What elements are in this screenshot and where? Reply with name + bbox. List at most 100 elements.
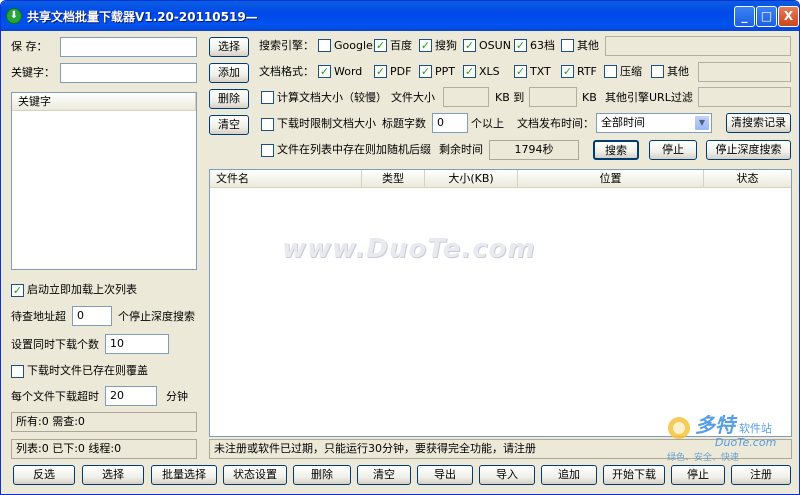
- delete-button[interactable]: 删除: [209, 89, 249, 109]
- title-bar[interactable]: ⬇ 共享文档批量下载器V1.20-20110519— _ □ X: [1, 1, 799, 31]
- autoload-checkbox[interactable]: ✓: [11, 284, 24, 297]
- export-button[interactable]: 导出: [417, 465, 473, 485]
- kb-to-label: KB 到: [495, 91, 525, 104]
- format-other-input[interactable]: [698, 62, 791, 82]
- clear-search-history-button[interactable]: 清搜索记录: [726, 113, 791, 133]
- engine-sogou-label: 搜狗: [435, 39, 457, 52]
- concurrent-input[interactable]: 10: [105, 334, 169, 354]
- random-suffix-label: 文件在列表中存在则加随机后缀: [277, 143, 431, 156]
- random-suffix-checkbox[interactable]: [261, 144, 274, 157]
- format-txt-label: TXT: [530, 65, 551, 78]
- format-xls-checkbox[interactable]: ✓: [463, 65, 476, 78]
- bottom-select-button[interactable]: 选择: [82, 465, 144, 485]
- col-size[interactable]: 大小(KB): [425, 170, 518, 188]
- format-ppt-checkbox[interactable]: ✓: [419, 65, 432, 78]
- engine-63dang-checkbox[interactable]: ✓: [514, 39, 527, 52]
- url-filter-input[interactable]: [698, 87, 791, 107]
- batch-select-button[interactable]: 批量选择: [151, 465, 217, 485]
- limit-size-checkbox[interactable]: [261, 118, 274, 131]
- col-location[interactable]: 位置: [518, 170, 704, 188]
- engine-63dang-label: 63档: [530, 39, 555, 52]
- format-zip-label: 压缩: [620, 65, 642, 78]
- keyword-list-header[interactable]: 关键字: [12, 93, 196, 111]
- col-status[interactable]: 状态: [704, 170, 791, 188]
- remaining-time-label: 剩余时间: [439, 143, 483, 156]
- logo-brand: 多特: [695, 413, 738, 437]
- status-all: 所有:0 需查:0: [11, 412, 197, 432]
- save-path-input[interactable]: [60, 37, 197, 57]
- format-other-checkbox[interactable]: [651, 65, 664, 78]
- calc-size-label: 计算文档大小（较慢）: [277, 91, 387, 104]
- stop-button[interactable]: 停止: [649, 140, 697, 160]
- publish-time-label: 文档发布时间：: [517, 117, 594, 130]
- clear-button[interactable]: 清空: [209, 115, 249, 135]
- status-settings-button[interactable]: 状态设置: [223, 465, 287, 485]
- format-txt-checkbox[interactable]: ✓: [514, 65, 527, 78]
- min-size-input[interactable]: [443, 87, 489, 107]
- file-table[interactable]: 文件名 类型 大小(KB) 位置 状态 www.DuoTe.com: [209, 169, 792, 437]
- keyword-input[interactable]: [60, 63, 197, 83]
- title-chars-label: 标题字数: [382, 117, 426, 130]
- format-ppt-label: PPT: [435, 65, 455, 78]
- keyword-label: 关键字：: [11, 66, 55, 79]
- chevron-down-icon[interactable]: ▼: [694, 115, 710, 131]
- publish-time-select[interactable]: 全部时间 ▼: [596, 113, 712, 133]
- engine-baidu-label: 百度: [390, 39, 412, 52]
- engine-osun-checkbox[interactable]: ✓: [463, 39, 476, 52]
- bottom-clear-button[interactable]: 清空: [357, 465, 411, 485]
- bottom-delete-button[interactable]: 删除: [293, 465, 351, 485]
- format-zip-checkbox[interactable]: [604, 65, 617, 78]
- engine-other-label: 其他: [577, 39, 599, 52]
- engine-other-input[interactable]: [605, 36, 791, 56]
- pending-input[interactable]: 0: [72, 306, 112, 326]
- format-word-checkbox[interactable]: ✓: [318, 65, 331, 78]
- format-rtf-checkbox[interactable]: ✓: [561, 65, 574, 78]
- invert-select-button[interactable]: 反选: [13, 465, 75, 485]
- format-xls-label: XLS: [479, 65, 500, 78]
- close-button[interactable]: X: [778, 6, 799, 27]
- logo-slogan: 绿色、安全、快速: [667, 451, 739, 463]
- format-word-label: Word: [334, 65, 363, 78]
- app-download-icon[interactable]: ⬇: [6, 8, 22, 24]
- url-filter-label: 其他引擎URL过滤: [605, 91, 693, 104]
- start-download-button[interactable]: 开始下载: [603, 465, 665, 485]
- format-pdf-label: PDF: [390, 65, 412, 78]
- stop-deep-search-button[interactable]: 停止深度搜索: [706, 140, 791, 160]
- status-list: 列表:0 已下:0 线程:0: [11, 439, 197, 459]
- title-chars-suffix: 个以上: [471, 117, 504, 130]
- file-size-label: 文件大小: [391, 91, 435, 104]
- keyword-list[interactable]: 关键字: [11, 92, 197, 270]
- format-pdf-checkbox[interactable]: ✓: [374, 65, 387, 78]
- engine-other-checkbox[interactable]: [561, 39, 574, 52]
- search-button[interactable]: 搜索: [593, 140, 639, 160]
- save-label: 保 存：: [11, 40, 48, 53]
- append-button[interactable]: 追加: [541, 465, 597, 485]
- overwrite-checkbox[interactable]: [11, 365, 24, 378]
- col-type[interactable]: 类型: [362, 170, 425, 188]
- max-size-input[interactable]: [529, 87, 577, 107]
- timeout-label: 每个文件下载超时: [11, 390, 99, 403]
- engine-baidu-checkbox[interactable]: ✓: [374, 39, 387, 52]
- keyword-column-header[interactable]: 关键字: [12, 93, 196, 111]
- engine-osun-label: OSUN: [479, 39, 511, 52]
- title-chars-input[interactable]: 0: [432, 113, 468, 133]
- add-button[interactable]: 添加: [209, 63, 249, 83]
- window-title: 共享文档批量下载器V1.20-20110519—: [27, 10, 258, 24]
- limit-size-label: 下载时限制文档大小: [277, 117, 376, 130]
- engine-google-checkbox[interactable]: [318, 39, 331, 52]
- maximize-button[interactable]: □: [756, 6, 777, 27]
- timeout-input[interactable]: 20: [105, 386, 157, 406]
- register-button[interactable]: 注册: [731, 465, 791, 485]
- import-button[interactable]: 导入: [479, 465, 535, 485]
- col-filename[interactable]: 文件名: [210, 170, 362, 188]
- bottom-stop-button[interactable]: 停止: [671, 465, 725, 485]
- engine-sogou-checkbox[interactable]: ✓: [419, 39, 432, 52]
- minimize-button[interactable]: _: [734, 6, 755, 27]
- format-other-label: 其他: [667, 65, 689, 78]
- calc-size-checkbox[interactable]: [261, 91, 274, 104]
- watermark-text: www.DuoTe.com: [282, 234, 536, 264]
- duote-logo-icon: 多特 软件站 DuoTe.com 绿色、安全、快速: [667, 413, 776, 463]
- engines-label: 搜索引擎：: [259, 39, 314, 52]
- format-rtf-label: RTF: [577, 65, 597, 78]
- select-button[interactable]: 选择: [209, 37, 249, 57]
